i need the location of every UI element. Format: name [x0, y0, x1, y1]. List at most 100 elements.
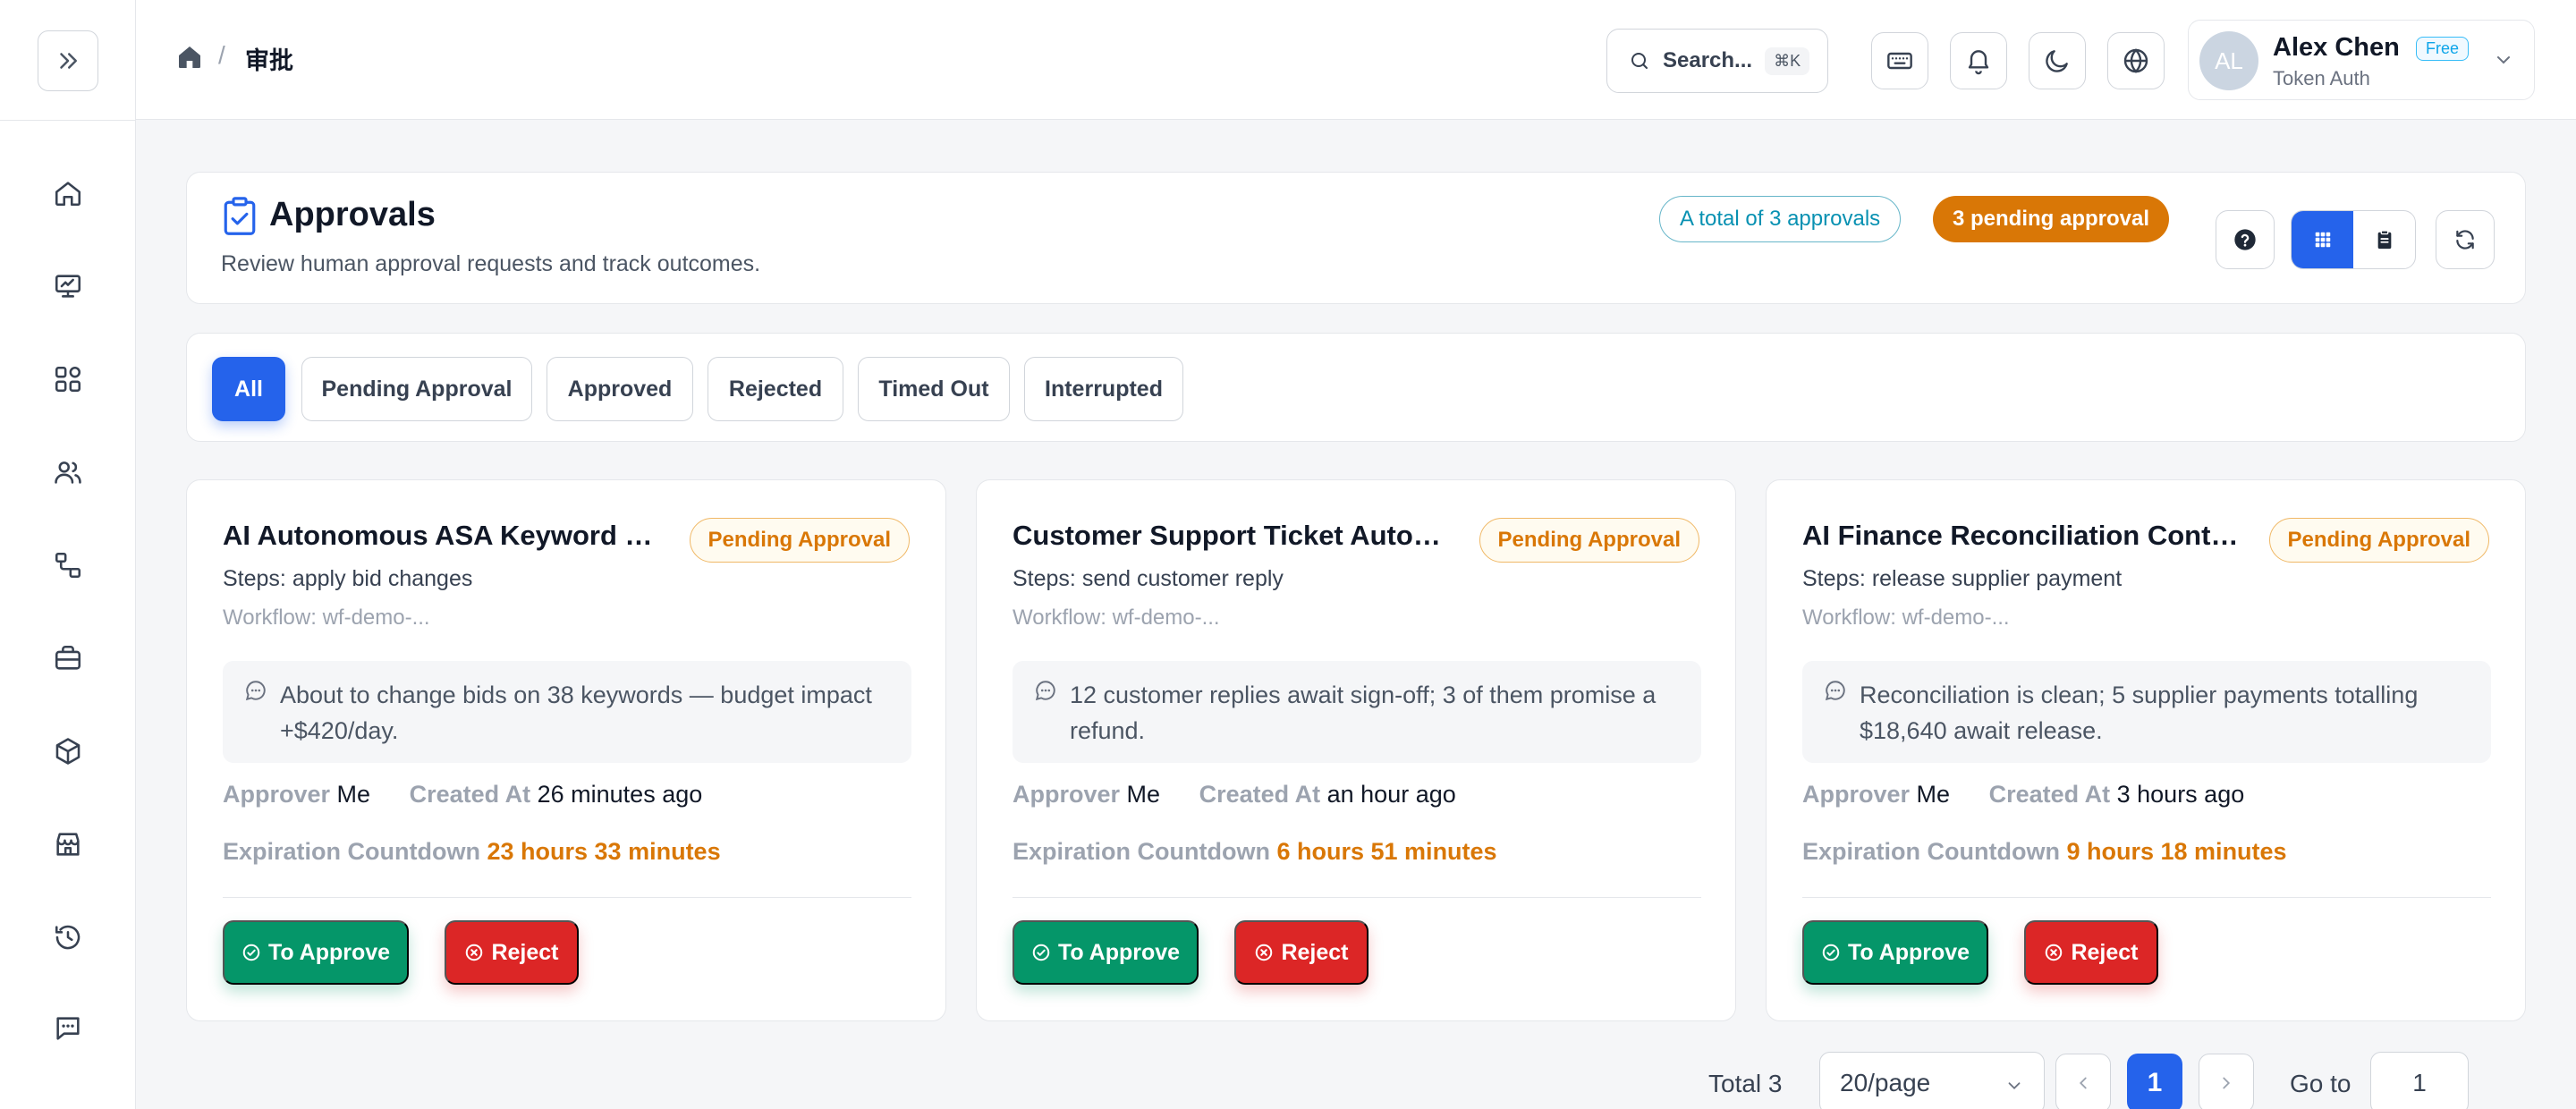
home-icon [55, 182, 81, 207]
x-circle-icon [1256, 944, 1273, 961]
reject-button[interactable]: Reject [2024, 920, 2158, 985]
help-button[interactable] [2216, 210, 2275, 269]
plan-badge: Free [2416, 37, 2470, 61]
created-value: 3 hours ago [2116, 781, 2245, 808]
approve-button[interactable]: To Approve [1013, 920, 1199, 985]
filter-tab-pending[interactable]: Pending Approval [301, 357, 532, 421]
search-shortcut: ⌘K [1765, 47, 1810, 75]
user-menu[interactable]: AL Alex Chen Free Token Auth [2188, 20, 2535, 100]
approval-card: AI Autonomous ASA Keyword O... Pending A… [186, 479, 946, 1021]
page-size-select[interactable]: 20/page [1819, 1052, 2045, 1109]
help-circle-icon [2234, 229, 2256, 250]
approve-label: To Approve [267, 939, 391, 965]
message-icon [56, 1017, 80, 1040]
sidebar-item-history[interactable] [41, 910, 95, 964]
approver-value: Me [1916, 781, 1951, 808]
language-button[interactable] [2107, 32, 2165, 89]
card-workflow: Workflow: wf-demo-... [1013, 605, 1220, 630]
reject-label: Reject [2071, 939, 2139, 965]
breadcrumb-current: 审批 [245, 47, 293, 74]
workflow-icon [55, 552, 81, 579]
card-divider [1013, 897, 1701, 898]
created-value: an hour ago [1326, 781, 1456, 808]
sidebar-item-workflows[interactable] [41, 538, 95, 592]
home-icon [179, 47, 200, 68]
check-circle-icon [1032, 944, 1050, 961]
filter-tab-approved[interactable]: Approved [547, 357, 693, 421]
sidebar-item-users[interactable] [41, 445, 95, 499]
check-circle-icon [1822, 944, 1840, 961]
chevron-down-icon [2497, 56, 2510, 64]
page-size-value: 20/page [1840, 1069, 1931, 1096]
check-circle-icon [242, 944, 260, 961]
sidebar-item-apps[interactable] [41, 352, 95, 406]
breadcrumb-home[interactable] [175, 43, 204, 76]
auth-type: Token Auth [2273, 67, 2370, 89]
summary-text: Reconciliation is clean; 5 supplier paym… [1860, 681, 2419, 744]
chevron-left-icon [2079, 1077, 2087, 1089]
expiration-value: 9 hours 18 minutes [2066, 838, 2287, 865]
pagination-total: Total 3 [1708, 1070, 1783, 1097]
page-button-current[interactable]: 1 [2127, 1054, 2182, 1109]
view-mode-toggle [2291, 210, 2416, 269]
notifications-button[interactable] [1950, 32, 2007, 89]
refresh-button[interactable] [2436, 210, 2495, 269]
filter-tab-all[interactable]: All [212, 357, 285, 421]
card-title: AI Finance Reconciliation Contro... [1802, 520, 2241, 551]
cube-icon [55, 738, 80, 765]
store-icon [56, 833, 80, 856]
reject-label: Reject [491, 939, 559, 965]
avatar: AL [2199, 31, 2258, 90]
approve-button[interactable]: To Approve [223, 920, 409, 985]
approval-card: AI Finance Reconciliation Contro... Pend… [1766, 479, 2526, 1021]
message-circle-icon [245, 681, 266, 701]
created-label: Created At [409, 781, 531, 808]
chevrons-right-icon [60, 53, 77, 69]
sidebar-item-messages[interactable] [41, 1002, 95, 1055]
card-steps: Steps: release supplier payment [1802, 566, 2123, 591]
filter-tab-interrupted[interactable]: Interrupted [1024, 357, 1183, 421]
card-steps: Steps: send customer reply [1013, 566, 1284, 591]
approver-label: Approver [1013, 781, 1121, 808]
list-view-button[interactable] [2353, 211, 2415, 268]
search-button[interactable]: Search... ⌘K [1606, 29, 1828, 93]
filter-tab-rejected[interactable]: Rejected [708, 357, 843, 421]
keyboard-shortcuts-button[interactable] [1871, 32, 1928, 89]
expiration-row: Expiration Countdown 6 hours 51 minutes [1013, 838, 1497, 866]
sidebar-item-packages[interactable] [41, 724, 95, 778]
card-summary: Reconciliation is clean; 5 supplier paym… [1802, 661, 2491, 763]
status-badge: Pending Approval [689, 518, 910, 563]
card-workflow: Workflow: wf-demo-... [1802, 605, 2010, 630]
status-filter-bar: All Pending Approval Approved Rejected T… [186, 333, 2526, 442]
expiration-value: 23 hours 33 minutes [487, 838, 721, 865]
sidebar-item-toolbox[interactable] [41, 631, 95, 685]
sidebar-divider [0, 120, 136, 121]
approve-button[interactable]: To Approve [1802, 920, 1988, 985]
theme-toggle-button[interactable] [2029, 32, 2086, 89]
sidebar-item-dashboard[interactable] [41, 259, 95, 313]
next-page-button[interactable] [2199, 1054, 2254, 1109]
reject-button[interactable]: Reject [445, 920, 579, 985]
filter-tab-timed-out[interactable]: Timed Out [858, 357, 1010, 421]
sidebar-item-store[interactable] [41, 817, 95, 871]
reject-button[interactable]: Reject [1234, 920, 1368, 985]
card-steps: Steps: apply bid changes [223, 566, 473, 591]
user-name: Alex Chen [2273, 33, 2400, 62]
card-meta: Approver Me Created At 26 minutes ago [223, 781, 702, 808]
moon-icon [2046, 50, 2068, 72]
card-summary: About to change bids on 38 keywords — bu… [223, 661, 911, 763]
card-meta: Approver Me Created At 3 hours ago [1802, 781, 2244, 808]
search-icon [1631, 53, 1648, 69]
card-title: Customer Support Ticket Autom... [1013, 520, 1451, 551]
card-summary: 12 customer replies await sign-off; 3 of… [1013, 661, 1701, 763]
card-title: AI Autonomous ASA Keyword O... [223, 520, 661, 551]
expiration-label: Expiration Countdown [223, 838, 480, 865]
top-header: / 审批 Search... ⌘K AL Alex Chen Free Toke… [136, 0, 2576, 120]
message-circle-icon [1035, 681, 1055, 701]
grid-view-button[interactable] [2292, 211, 2353, 268]
goto-page-input[interactable]: 1 [2370, 1052, 2469, 1109]
reject-label: Reject [1281, 939, 1349, 965]
sidebar-item-home[interactable] [41, 166, 95, 220]
previous-page-button[interactable] [2055, 1054, 2111, 1109]
expand-sidebar-button[interactable] [38, 30, 98, 91]
